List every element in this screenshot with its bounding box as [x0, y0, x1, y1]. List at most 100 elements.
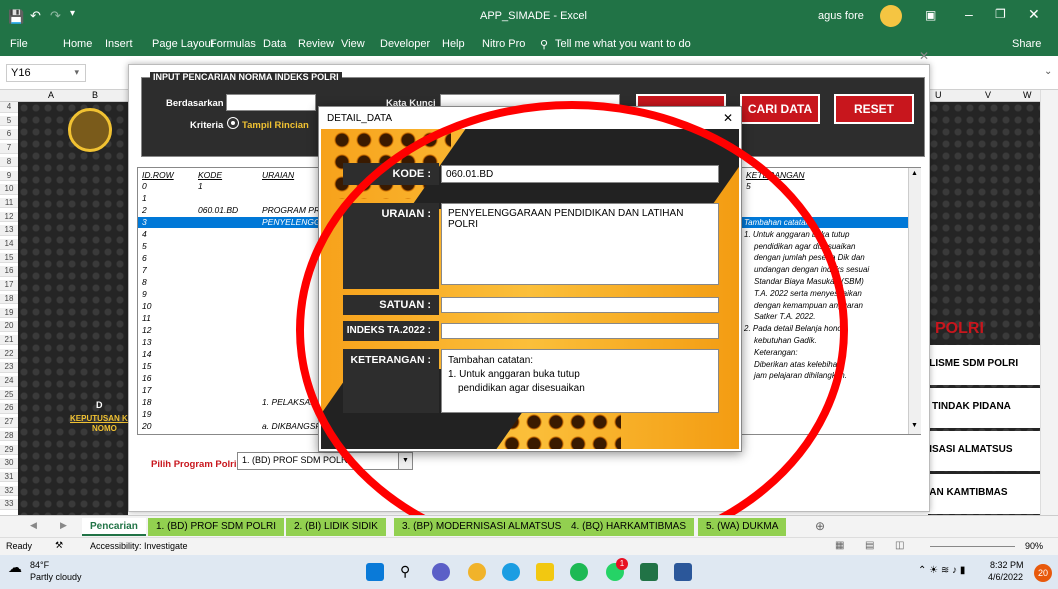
tab-file[interactable]: File: [10, 38, 28, 50]
row-header[interactable]: 32: [0, 485, 18, 497]
right-menu-item-3[interactable]: NISASI ALMATSUS: [918, 431, 1040, 471]
clock-time[interactable]: 8:32 PM: [990, 560, 1024, 570]
row-header[interactable]: 9: [0, 170, 18, 182]
accessibility-status[interactable]: Accessibility: Investigate: [90, 541, 188, 551]
row-header[interactable]: 19: [0, 307, 18, 319]
row-header[interactable]: 17: [0, 280, 18, 291]
restore-icon[interactable]: ❐: [995, 7, 1006, 21]
row-header[interactable]: 18: [0, 293, 18, 305]
zoom-level[interactable]: 90%: [1025, 541, 1043, 551]
row-header[interactable]: 5: [0, 115, 18, 127]
row-header[interactable]: 27: [0, 417, 18, 428]
kode-field[interactable]: 060.01.BD: [441, 165, 719, 183]
excel-icon[interactable]: [640, 563, 658, 581]
vertical-scrollbar[interactable]: [1040, 90, 1058, 515]
tab-formulas[interactable]: Formulas: [210, 38, 256, 50]
row-header[interactable]: 28: [0, 430, 18, 442]
save-icon[interactable]: 💾: [8, 9, 24, 25]
column-header-b[interactable]: B: [92, 90, 98, 100]
sheet-tab-4[interactable]: 4. (BQ) HARKAMTIBMAS: [563, 518, 695, 536]
close-icon[interactable]: ✕: [1028, 6, 1040, 23]
avatar[interactable]: [880, 5, 902, 27]
tab-help[interactable]: Help: [442, 38, 465, 50]
weather-icon[interactable]: ☁: [8, 559, 22, 576]
row-header[interactable]: 7: [0, 143, 18, 154]
word-icon[interactable]: [674, 563, 692, 581]
system-tray-icons[interactable]: ⌃ ☀ ≋ ♪ ▮: [918, 565, 965, 576]
sheet-tab-2[interactable]: 2. (BI) LIDIK SIDIK: [286, 518, 386, 536]
row-header[interactable]: 16: [0, 266, 18, 277]
row-header[interactable]: 13: [0, 225, 18, 236]
scroll-up-icon[interactable]: ▲: [911, 170, 918, 177]
row-header[interactable]: 20: [0, 321, 18, 332]
right-menu-item-2[interactable]: K TINDAK PIDANA: [918, 388, 1040, 428]
expand-formula-icon[interactable]: ⌄: [1044, 66, 1052, 77]
sheet-tab-pencarian[interactable]: Pencarian: [82, 518, 146, 536]
form-close-icon[interactable]: ✕: [919, 49, 929, 63]
accessibility-icon[interactable]: ⚒: [55, 540, 63, 551]
file-explorer-icon[interactable]: [536, 563, 554, 581]
row-header[interactable]: 8: [0, 156, 18, 168]
row-header[interactable]: 4: [0, 102, 18, 113]
prev-sheet-icon[interactable]: ◀: [30, 520, 37, 531]
keterangan-field[interactable]: Tambahan catatan: 1. Untuk anggaran buka…: [441, 349, 719, 413]
keputusan-link[interactable]: KEPUTUSAN KE: [70, 414, 133, 423]
name-box[interactable]: Y16 ▾: [6, 64, 86, 82]
row-header[interactable]: 15: [0, 252, 18, 264]
indeks-field[interactable]: [441, 323, 719, 339]
page-break-icon[interactable]: ◫: [895, 540, 904, 551]
windows-start-icon[interactable]: [366, 563, 384, 581]
tab-insert[interactable]: Insert: [105, 38, 133, 50]
row-header[interactable]: 21: [0, 334, 18, 346]
share-button[interactable]: Share: [1012, 38, 1041, 50]
redo-icon[interactable]: ↷: [50, 8, 61, 24]
right-menu-item-4[interactable]: AAN KAMTIBMAS: [918, 474, 1040, 514]
tab-home[interactable]: Home: [63, 38, 92, 50]
search-icon[interactable]: ⚲: [400, 563, 418, 581]
add-sheet-icon[interactable]: ⊕: [815, 519, 825, 533]
minimize-icon[interactable]: –: [965, 6, 973, 22]
page-layout-icon[interactable]: ▤: [865, 540, 874, 551]
tab-view[interactable]: View: [341, 38, 365, 50]
spotify-icon[interactable]: [570, 563, 588, 581]
lightbulb-icon[interactable]: ⚲: [540, 38, 548, 51]
tab-nitro-pro[interactable]: Nitro Pro: [482, 38, 525, 50]
chrome-icon[interactable]: [468, 563, 486, 581]
normal-view-icon[interactable]: ▦: [835, 540, 844, 551]
chevron-down-icon[interactable]: ▾: [74, 67, 79, 78]
tab-page-layout[interactable]: Page Layout: [152, 38, 214, 50]
tab-data[interactable]: Data: [263, 38, 286, 50]
row-header[interactable]: 14: [0, 239, 18, 250]
row-header[interactable]: 31: [0, 471, 18, 483]
notification-count-badge[interactable]: 20: [1034, 564, 1052, 582]
row-header[interactable]: 23: [0, 362, 18, 373]
scroll-down-icon[interactable]: ▼: [911, 422, 918, 429]
tab-developer[interactable]: Developer: [380, 38, 430, 50]
column-header-a[interactable]: A: [48, 90, 54, 100]
cari-data-button[interactable]: CARI DATA: [740, 94, 820, 124]
clock-date[interactable]: 4/6/2022: [988, 572, 1023, 582]
tampil-rincian-radio[interactable]: [227, 117, 239, 129]
next-sheet-icon[interactable]: ▶: [60, 520, 67, 531]
satuan-field[interactable]: [441, 297, 719, 313]
column-header-u[interactable]: U: [935, 90, 942, 100]
row-header[interactable]: 24: [0, 376, 18, 387]
customize-icon[interactable]: ▾: [70, 8, 75, 19]
berdasarkan-select[interactable]: [226, 94, 316, 111]
row-header[interactable]: 30: [0, 458, 18, 469]
column-header-v[interactable]: V: [985, 90, 991, 100]
zoom-slider[interactable]: [930, 546, 1015, 547]
row-header[interactable]: 26: [0, 403, 18, 414]
row-header[interactable]: 25: [0, 389, 18, 401]
reset-button[interactable]: RESET: [834, 94, 914, 124]
uraian-field[interactable]: PENYELENGGARAAN PENDIDIKAN DAN LATIHAN P…: [441, 203, 719, 285]
row-header[interactable]: 22: [0, 348, 18, 360]
row-header[interactable]: 33: [0, 499, 18, 510]
sheet-tab-5[interactable]: 5. (WA) DUKMA: [698, 518, 787, 536]
edge-icon[interactable]: [502, 563, 520, 581]
row-header[interactable]: 11: [0, 197, 18, 209]
chevron-down-icon[interactable]: ▼: [398, 453, 412, 469]
row-header[interactable]: 6: [0, 129, 18, 140]
right-menu-item-1[interactable]: ALISME SDM POLRI: [918, 345, 1040, 385]
row-header[interactable]: 29: [0, 444, 18, 456]
